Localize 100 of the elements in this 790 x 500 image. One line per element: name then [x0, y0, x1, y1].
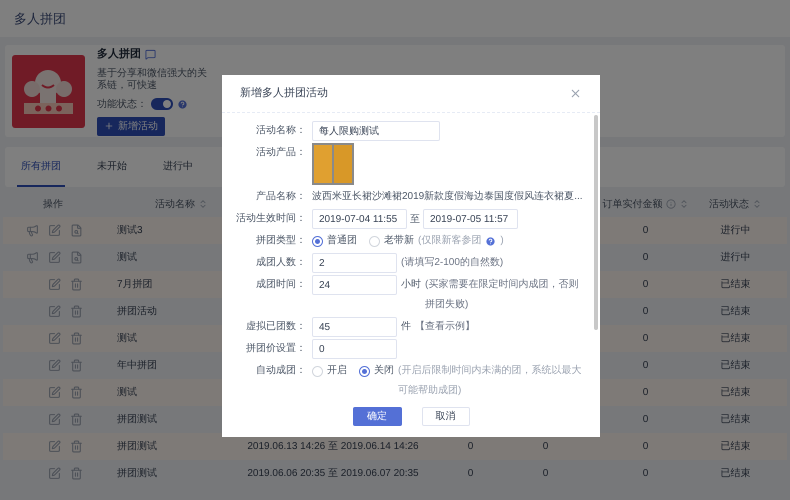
end-time-input[interactable]: 2019-07-05 11:57	[423, 209, 518, 229]
edit-icon[interactable]	[48, 467, 61, 480]
option-note: (仅限新客参团	[418, 234, 482, 248]
add-activity-button[interactable]: 新增活动	[97, 116, 165, 136]
radio-label[interactable]: 开启	[327, 361, 347, 381]
status-cell-text: 已结束	[720, 412, 750, 427]
status-cell-text: 已结束	[720, 278, 750, 292]
name-input[interactable]: 每人限购测试	[312, 121, 440, 141]
column-header: 活动状态	[709, 198, 749, 212]
trash-icon[interactable]	[70, 359, 83, 372]
edit-icon[interactable]	[48, 440, 61, 453]
help-icon[interactable]	[177, 98, 188, 110]
sort-icon[interactable]	[198, 199, 208, 209]
hint-text: (请填写2-100的自然数)	[401, 256, 504, 270]
activity-name: 拼团测试	[117, 414, 157, 425]
scrollbar[interactable]	[594, 115, 598, 330]
edit-icon[interactable]	[48, 251, 61, 264]
edit-icon[interactable]	[48, 386, 61, 399]
number-input[interactable]: 0	[312, 339, 397, 359]
feature-description: 基于分享和微信强大的关系链，可快速	[97, 68, 208, 92]
status-cell-text: 已结束	[720, 332, 750, 346]
feature-title: 多人拼团	[97, 46, 141, 62]
radio-button[interactable]	[359, 366, 370, 376]
amount-cell-text: 0	[642, 359, 648, 373]
option-note: (开启后限制时间内未满的团，系统以最大可能帮助成团)	[398, 364, 582, 398]
table-cell-text: 0	[542, 467, 548, 481]
amount-cell-text: 0	[642, 332, 648, 346]
file-search-icon[interactable]	[70, 251, 83, 264]
edit-icon[interactable]	[48, 224, 61, 237]
trash-icon[interactable]	[70, 386, 83, 399]
number-input[interactable]: 2	[312, 253, 397, 273]
help-icon[interactable]	[485, 236, 496, 246]
start-time-input[interactable]: 2019-07-04 11:55	[312, 209, 407, 229]
status-cell-text: 已结束	[720, 440, 750, 454]
product-name: 波西米亚长裙沙滩裙2019新款度假海边泰国度假风连衣裙夏...	[312, 190, 583, 204]
trash-icon[interactable]	[70, 467, 83, 480]
activity-name: 年中拼团	[117, 360, 157, 371]
sort-icon[interactable]	[678, 199, 688, 209]
field-label: 活动产品：	[256, 147, 306, 158]
table-cell-text: 0	[542, 440, 548, 454]
status-cell-text: 已结束	[720, 358, 750, 373]
trash-icon[interactable]	[70, 413, 83, 426]
activity-name: 拼团测试	[117, 441, 157, 452]
range-separator: 至	[410, 212, 420, 226]
amount-cell-text: 0	[642, 305, 648, 319]
megaphone-icon[interactable]	[26, 251, 39, 264]
number-input[interactable]: 24	[312, 275, 397, 295]
column-header: 操作	[43, 198, 63, 212]
file-search-icon[interactable]	[70, 224, 83, 237]
column-header: 活动名称	[155, 198, 195, 212]
sort-icon[interactable]	[752, 199, 762, 209]
radio-label[interactable]: 老带新	[384, 231, 414, 251]
table-cell-text: 0	[468, 467, 474, 481]
field-label: 虚拟已团数：	[246, 321, 306, 332]
field-label: 自动成团：	[256, 365, 306, 376]
edit-icon[interactable]	[48, 413, 61, 426]
field-label: 成团时间：	[256, 279, 306, 290]
activity-name: 拼团测试	[117, 468, 157, 479]
confirm-button[interactable]: 确定	[352, 406, 402, 426]
status-cell-text: 已结束	[720, 304, 750, 319]
trash-icon[interactable]	[70, 305, 83, 318]
amount-cell-text: 0	[642, 440, 648, 454]
radio-label[interactable]: 普通团	[327, 231, 357, 251]
edit-icon[interactable]	[48, 278, 61, 291]
number-input[interactable]: 45	[312, 317, 397, 337]
unit-text: 件	[401, 320, 411, 334]
note-icon	[145, 49, 156, 60]
activity-name: 测试	[117, 252, 137, 263]
field-label: 活动生效时间：	[236, 213, 306, 224]
amount-cell-text: 0	[642, 224, 648, 238]
trash-icon[interactable]	[70, 440, 83, 453]
status-cell-text: 进行中	[720, 250, 750, 265]
radio-label[interactable]: 关闭	[374, 361, 394, 381]
tab[interactable]: 进行中	[159, 147, 197, 187]
trash-icon[interactable]	[70, 278, 83, 291]
field-label: 产品名称：	[256, 191, 306, 202]
radio-button[interactable]	[312, 236, 323, 246]
megaphone-icon[interactable]	[26, 224, 39, 237]
close-icon[interactable]	[569, 87, 582, 100]
edit-icon[interactable]	[48, 359, 61, 372]
tab[interactable]: 所有拼团	[17, 147, 65, 187]
product-photo-placeholder	[312, 143, 354, 185]
field-label: 活动名称：	[256, 125, 306, 136]
edit-icon[interactable]	[48, 305, 61, 318]
amount-cell-text: 0	[642, 251, 648, 265]
status-switch[interactable]	[151, 98, 173, 110]
tab[interactable]: 未开始	[93, 147, 131, 187]
activity-name: 7月拼团	[117, 279, 153, 290]
status-cell-text: 已结束	[720, 386, 750, 400]
hint-text: (买家需要在限定时间内成团，否则拼团失败)	[425, 278, 580, 312]
activity-period: 2019.06.13 14:26 至 2019.06.14 14:26	[247, 440, 419, 454]
status-cell-text: 已结束	[720, 466, 750, 481]
cancel-button[interactable]: 取消	[422, 406, 470, 426]
trash-icon[interactable]	[70, 332, 83, 345]
activity-name: 测试3	[117, 225, 143, 236]
activity-name: 测试	[117, 333, 137, 344]
page-title: 多人拼团	[14, 10, 66, 28]
example-link[interactable]: 【查看示例】	[415, 317, 475, 337]
amount-cell-text: 0	[642, 386, 648, 400]
edit-icon[interactable]	[48, 332, 61, 345]
